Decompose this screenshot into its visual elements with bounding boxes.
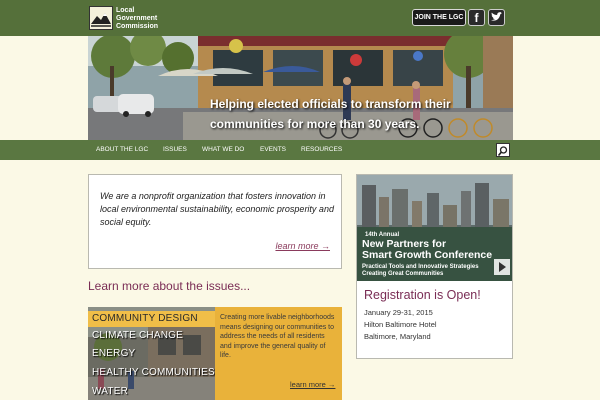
play-icon[interactable]	[494, 259, 510, 275]
nav-item-events[interactable]: EVENTS	[260, 140, 286, 160]
conference-venue: Hilton Baltimore Hotel	[364, 320, 437, 329]
hero-banner: Helping elected officials to transform t…	[88, 36, 513, 140]
conference-banner[interactable]: 14th Annual New Partners for Smart Growt…	[357, 175, 512, 281]
conference-subtitle: Practical Tools and Innovative Strategie…	[362, 264, 512, 278]
intro-box: We are a nonprofit organization that fos…	[88, 174, 342, 269]
intro-learn-more-link[interactable]: learn more →	[275, 241, 330, 251]
issue-community-design[interactable]: COMMUNITY DESIGN	[88, 311, 215, 327]
hero-caption-line-1: Helping elected officials to transform t…	[210, 97, 451, 111]
logo-line-local: Local	[116, 7, 135, 14]
nav-item-about[interactable]: ABOUT THE LGC	[96, 140, 148, 160]
intro-text: We are a nonprofit organization that fos…	[100, 191, 334, 227]
conference-subtitle-line-2: Creating Great Communities	[362, 271, 444, 277]
issue-learn-more-link[interactable]: learn more →	[290, 380, 335, 389]
registration-heading[interactable]: Registration is Open!	[364, 288, 481, 302]
conference-box: 14th Annual New Partners for Smart Growt…	[356, 174, 513, 359]
hero-caption-line-2: communities for more than 30 years.	[210, 117, 420, 131]
search-icon[interactable]	[496, 143, 510, 157]
issues-panel: COMMUNITY DESIGN CLIMATE CHANGE ENERGY H…	[88, 307, 342, 400]
conference-city: Baltimore, Maryland	[364, 332, 431, 341]
issues-section-heading: Learn more about the issues...	[88, 279, 251, 293]
issue-healthy-communities[interactable]: HEALTHY COMMUNITIES	[92, 365, 215, 381]
logo-wordmark[interactable]: Local Government Commission	[116, 7, 158, 31]
issue-climate-change[interactable]: CLIMATE CHANGE	[92, 328, 183, 344]
issue-water[interactable]: WATER	[92, 384, 128, 400]
conference-title-line-2: Smart Growth Conference	[362, 249, 493, 261]
logo-line-commission: Commission	[116, 23, 159, 30]
nav-item-issues[interactable]: ISSUES	[163, 140, 187, 160]
site-header: Local Government Commission JOIN THE LGC…	[0, 0, 600, 36]
hero-caption: Helping elected officials to transform t…	[210, 94, 510, 134]
conference-title: New Partners for Smart Growth Conference	[362, 239, 512, 261]
conference-date: January 29-31, 2015	[364, 308, 433, 317]
issue-energy[interactable]: ENERGY	[92, 346, 135, 362]
mountain-logo-icon[interactable]	[89, 6, 113, 30]
join-button[interactable]: JOIN THE LGC	[412, 9, 466, 26]
logo-line-government: Government	[116, 15, 158, 22]
twitter-icon[interactable]	[488, 9, 505, 26]
nav-item-resources[interactable]: RESOURCES	[301, 140, 342, 160]
nav-item-what-we-do[interactable]: WHAT WE DO	[202, 140, 244, 160]
facebook-icon[interactable]: f	[468, 9, 485, 26]
issues-photo: COMMUNITY DESIGN CLIMATE CHANGE ENERGY H…	[88, 307, 215, 400]
main-nav: ABOUT THE LGC ISSUES WHAT WE DO EVENTS R…	[0, 140, 600, 160]
conference-subtitle-line-1: Practical Tools and Innovative Strategie…	[362, 264, 479, 270]
issue-description: Creating more livable neighborhoods mean…	[220, 314, 335, 359]
